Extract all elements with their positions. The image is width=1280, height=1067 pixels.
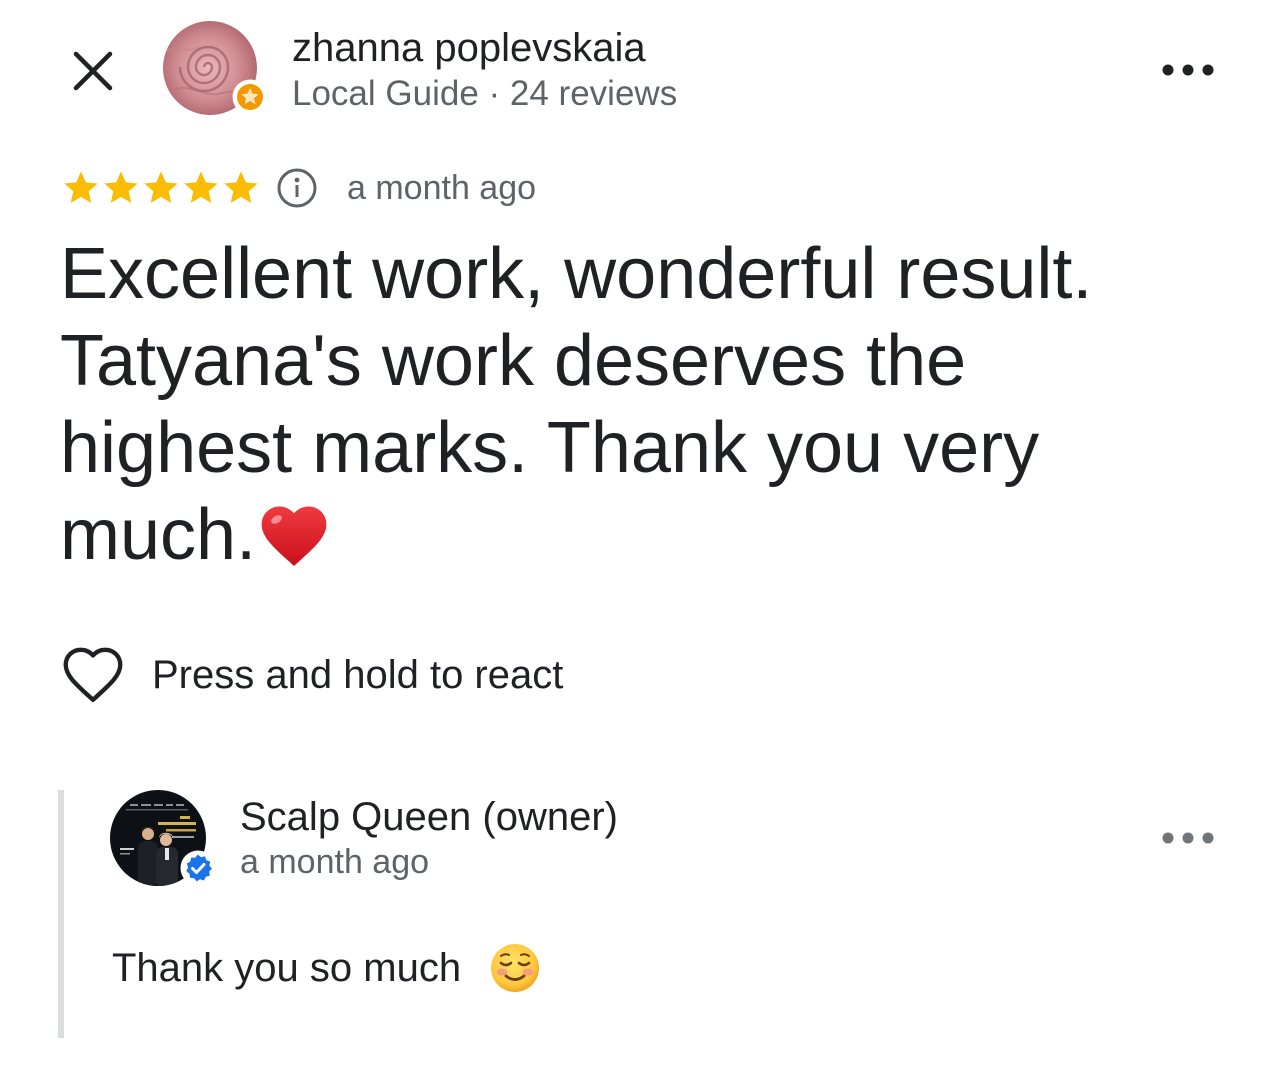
star-icon [224, 171, 258, 203]
star-icon [184, 171, 218, 203]
reply-divider [58, 790, 64, 1038]
star-rating [61, 168, 261, 208]
more-options-icon[interactable] [1160, 830, 1216, 846]
more-options-icon[interactable] [1160, 62, 1216, 78]
heart-outline-icon[interactable] [63, 647, 123, 703]
reviewer-name[interactable]: zhanna poplevskaia [292, 25, 646, 71]
local-guide-badge-icon [232, 79, 268, 115]
close-icon[interactable] [70, 48, 116, 94]
reviewer-subtitle: Local Guide · 24 reviews [292, 74, 678, 113]
owner-name[interactable]: Scalp Queen (owner) [240, 794, 618, 840]
owner-reply-time: a month ago [240, 843, 430, 881]
verified-badge-icon [180, 850, 216, 886]
review-text: Excellent work, wonderful result. Tatyan… [60, 231, 1160, 579]
red-heart-icon [261, 506, 327, 566]
star-icon [104, 171, 138, 203]
info-icon[interactable] [276, 167, 318, 209]
star-icon [144, 171, 178, 203]
smiling-face-icon [491, 944, 539, 992]
owner-reply-text: Thank you so much [112, 946, 462, 990]
star-icon [64, 171, 98, 203]
react-button[interactable]: Press and hold to react [152, 652, 563, 698]
review-time: a month ago [347, 169, 537, 207]
review-text-body: Excellent work, wonderful result. Tatyan… [60, 234, 1093, 575]
